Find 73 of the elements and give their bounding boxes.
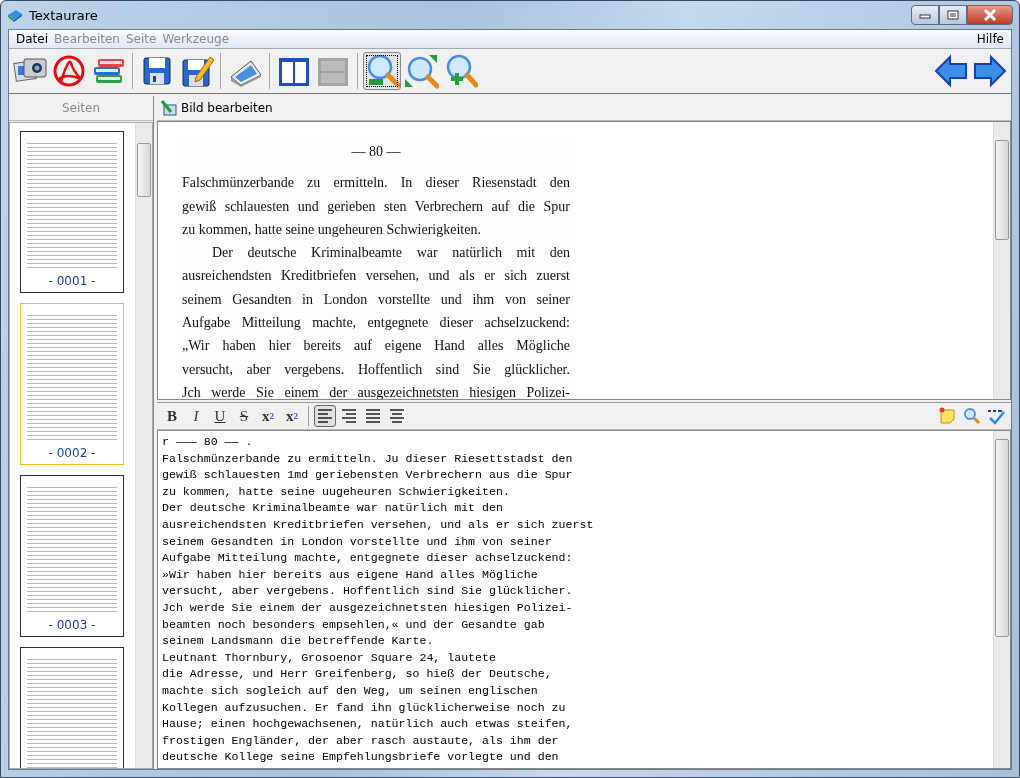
text-line: frostigen Engländer, der aber rasch austaute, als ihm der: [162, 732, 560, 749]
italic-button[interactable]: I: [185, 405, 207, 427]
text-line: Kollegen aufzusuchen. Er fand ihn glücklicherweise noch zu: [162, 699, 567, 716]
minimize-button[interactable]: [911, 5, 939, 25]
back-arrow-button[interactable]: [932, 52, 970, 90]
help-menu[interactable]: Hilfe: [973, 32, 1007, 46]
pages-panel-title: Seiten: [9, 96, 153, 121]
scan-text-line: gewiß schlauesten und gerieben sten Verbrechern auf die Spur: [182, 197, 570, 216]
pdf-icon: [51, 53, 87, 89]
page-thumbnail[interactable]: [20, 647, 124, 768]
page-thumbnail[interactable]: - 0003 -: [20, 475, 124, 637]
scan-text-line: Aufgabe Mitteilung machte, entgegnete dieser achselzuckend:: [182, 314, 570, 333]
strikethrough-button[interactable]: S: [233, 405, 255, 427]
sticky-note-icon: [939, 407, 957, 425]
scan-text-line: zu kommen, hatte seine ungeheuren Schwierigkeiten.: [182, 220, 482, 239]
zoom-fit-icon: [403, 53, 439, 89]
restore-icon: [947, 10, 959, 20]
align-justify-icon: [364, 407, 382, 425]
page-number-label: - 0001 -: [48, 273, 96, 288]
back-arrow-icon: [933, 53, 969, 89]
text-line: Aufgabe Mitteilung machte, entgegnete dieser achselzuckend:: [162, 550, 574, 567]
scan-text-line: seinem Gesandten in London vorstellte und ihm von seiner: [182, 290, 570, 309]
text-line: gewiß schlauesten 1md geriebensten Verbrechern aus die Spur: [162, 467, 574, 484]
minimize-icon: [919, 11, 931, 19]
text-line: machte sich sogleich auf den Weg, um seinen englischen: [162, 682, 539, 699]
text-line: Der deutsche Kriminalbeamte war natürlich mit den: [162, 500, 504, 517]
vertical-scrollbar[interactable]: [993, 122, 1010, 399]
scan-text-line: versucht, aber vergebens. Hoffentlich sind Sie glücklicher.: [182, 360, 570, 379]
text-line: r ——— 80 —— .: [162, 434, 254, 450]
text-line: Leutnant Thornbury, Grosoenor Square 24, lautete: [162, 649, 497, 666]
page-number-label: - 0002 -: [48, 445, 96, 460]
align-left-button[interactable]: [314, 405, 336, 427]
page-number: — 80 —: [350, 143, 402, 161]
text-line: Jch werde Sie einem der ausgezeichnetsten hiesigen Polizei-: [162, 599, 574, 616]
scan-text-line: „Wir haben hier bereits auf eigene Hand alles Mögliche: [182, 337, 570, 356]
menu-item[interactable]: Datei: [13, 32, 51, 46]
maximize-button[interactable]: [939, 5, 967, 25]
vertical-scrollbar[interactable]: [993, 431, 1010, 768]
scan-text-line: Der deutsche Kriminalbeamte war natürlich mit den: [211, 244, 570, 263]
app-logo-icon: [7, 7, 23, 23]
text-line: die Adresse, und Herr Greifenberg, so hieß der Deutsche,: [162, 666, 553, 683]
window-title: Textaurare: [29, 7, 98, 23]
text-line: deutsche Kollege seine Empfehlungsbriefe vorlegte und den: [162, 749, 560, 766]
text-line: ausreichendsten Kreditbriefen versehen, und als er sich zuerst: [162, 516, 595, 533]
close-button[interactable]: [967, 5, 1013, 25]
page-thumbnail[interactable]: - 0001 -: [20, 131, 124, 293]
image-edit-icon: [161, 100, 177, 116]
align-right-icon: [340, 407, 358, 425]
text-line: seinem Gesandten in London vorstellte und ihm von seiner: [162, 533, 553, 550]
close-icon: [983, 9, 997, 21]
zoom-out-button[interactable]: [363, 52, 401, 90]
scan-text-line: Jch werde Sie einem der ausgezeichnetsten hiesigen Polizei-: [182, 383, 570, 399]
scan-text-line: Falschmünzerbande zu ermitteln. In dieser Riesenstadt den: [182, 174, 570, 193]
align-left-icon: [316, 407, 334, 425]
text-line: Falschmünzerbande zu ermitteln. Ju dieser Riesettstadst den: [162, 450, 574, 467]
header-title: Bild bearbeiten: [181, 101, 273, 115]
text-line: Hause; einen hochgewachsenen, natürlich auch etwas steifen,: [162, 716, 574, 733]
text-line: zu kommen, hatte seine uugeheuren Schwierigkeiten.: [162, 483, 511, 500]
page-number-label: - 0003 -: [48, 617, 96, 632]
underline-button[interactable]: U: [209, 405, 231, 427]
bold-button[interactable]: B: [161, 405, 183, 427]
forward-arrow-icon: [972, 53, 1008, 89]
forward-arrow-button[interactable]: [971, 52, 1009, 90]
scan-text-line: ausreichendsten Kreditbriefen versehen, und als er sich zuerst: [182, 267, 570, 286]
vertical-scrollbar[interactable]: [135, 123, 152, 768]
text-line: beamten noch besonders empsehlen,« und der Gesandte gab: [162, 616, 546, 633]
search-icon: [963, 407, 981, 425]
page-thumbnail[interactable]: - 0002 -: [20, 303, 124, 465]
text-line: »Wir haben hier bereits aus eigene Hand alles Mögliche: [162, 566, 539, 583]
text-line: versucht, aber vergebens. Hoffentlich sind Sie glücklicher.: [162, 583, 574, 600]
spellcheck-icon: [987, 407, 1005, 425]
text-line: seinem Landsmann die betreffende Karte.: [162, 633, 435, 650]
align-center-icon: [388, 407, 406, 425]
